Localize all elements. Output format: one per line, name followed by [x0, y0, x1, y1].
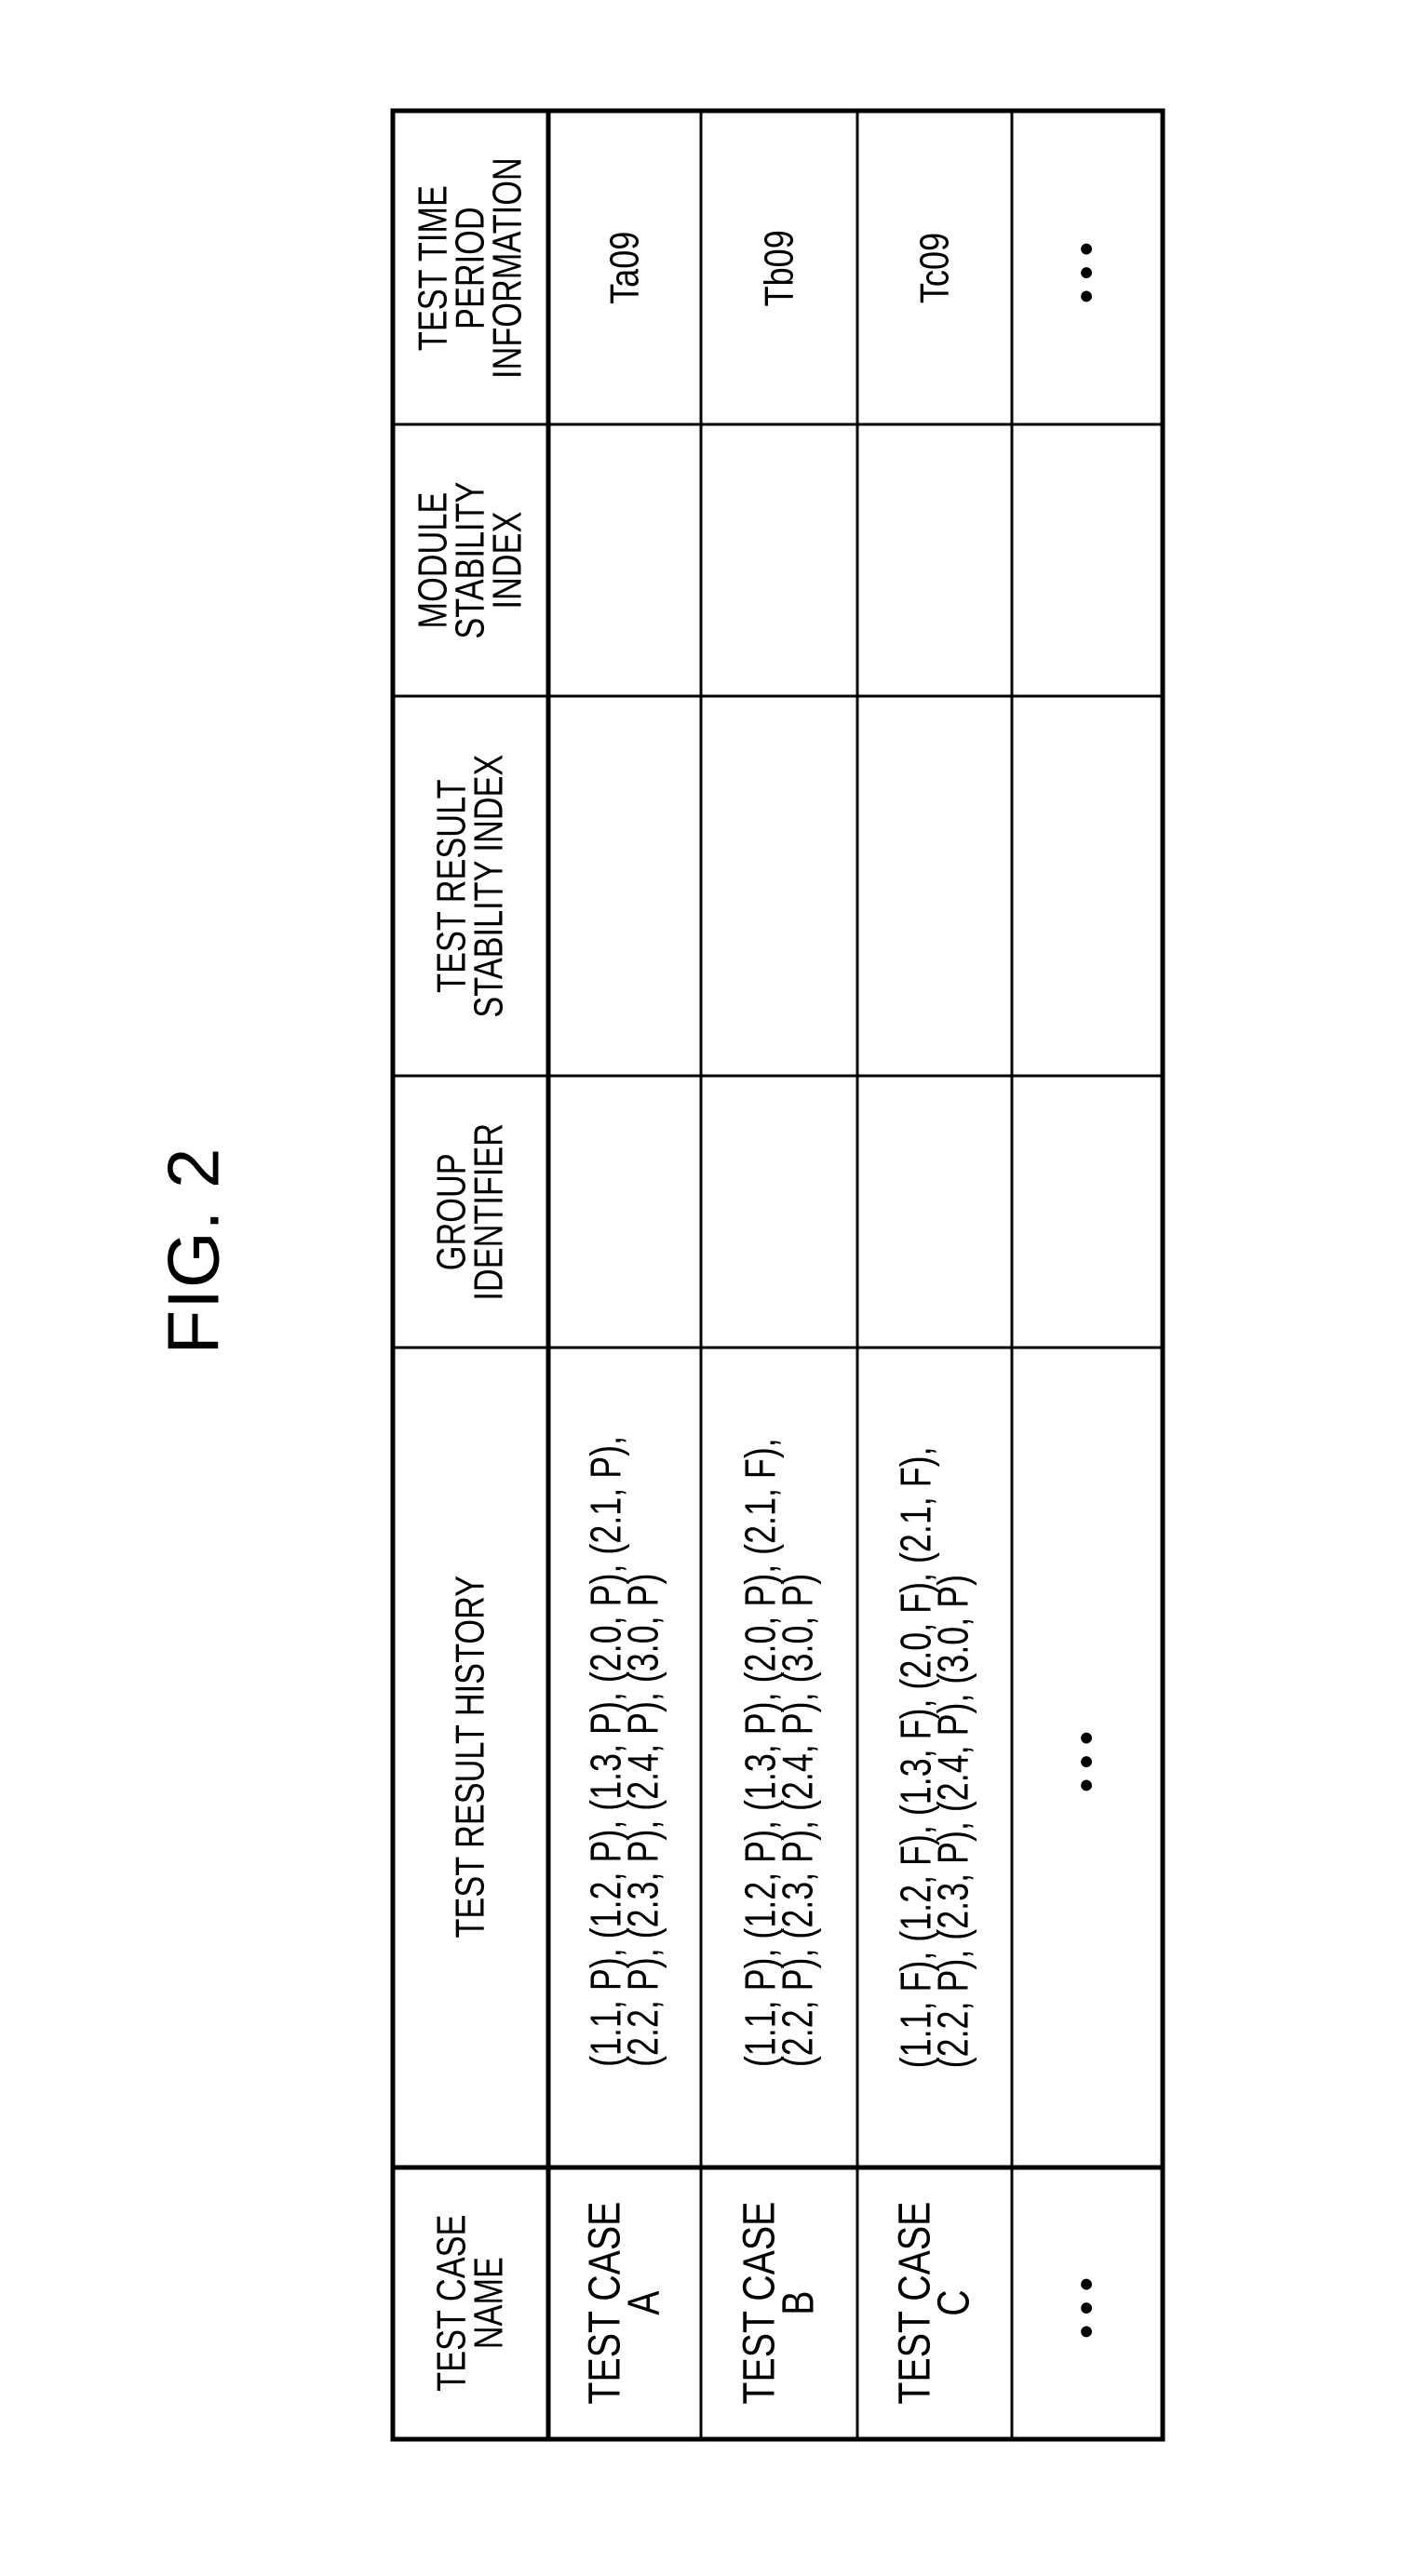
test-time-period-value: Tb09	[755, 229, 802, 306]
table-row: TEST CASE B (1.1, P), (1.2, P), (1.3, P)…	[700, 110, 857, 2439]
ellipsis-icon: •••	[1011, 1347, 1163, 2167]
cell-module-stability-index	[1011, 423, 1163, 696]
header-test-result-history-label: TEST RESULT HISTORY	[447, 1575, 492, 1939]
table-header-row: TEST CASE NAME TEST RESULT HISTORY GROUP…	[392, 110, 548, 2439]
header-group-identifier: GROUP IDENTIFIER	[392, 1075, 548, 1348]
header-test-result-history: TEST RESULT HISTORY	[392, 1347, 548, 2167]
cell-test-result-history: (1.1, P), (1.2, P), (1.3, P), (2.0, P), …	[700, 1347, 857, 2167]
test-time-period-value: Ta09	[601, 231, 647, 304]
cell-test-result-history: (1.1, F), (1.2, F), (1.3, F), (2.0, F), …	[856, 1347, 1012, 2167]
header-module-stability-index: MODULE STABILITY INDEX	[392, 423, 548, 696]
header-test-case-name-label: TEST CASE NAME	[428, 2214, 511, 2392]
test-case-name: TEST CASE A	[580, 2201, 668, 2405]
table-row: TEST CASE A (1.1, P), (1.2, P), (1.3, P)…	[547, 110, 701, 2439]
cell-group-identifier	[547, 1075, 701, 1348]
ellipsis-icon: •••	[1011, 2167, 1163, 2439]
test-time-period-value: Tc09	[910, 232, 957, 303]
cell-test-time-period-information: Tc09	[856, 110, 1012, 424]
cell-test-result-stability-index	[547, 695, 701, 1076]
table-row: TEST CASE C (1.1, F), (1.2, F), (1.3, F)…	[856, 110, 1012, 2439]
cell-test-result-stability-index	[700, 695, 857, 1076]
test-case-name: TEST CASE B	[734, 2201, 823, 2405]
cell-module-stability-index	[700, 423, 857, 696]
test-result-history: (1.1, P), (1.2, P), (1.3, P), (2.0, P), …	[581, 1435, 667, 2066]
test-result-history: (1.1, P), (1.2, P), (1.3, P), (2.0, P), …	[735, 1438, 821, 2067]
cell-module-stability-index	[547, 423, 701, 696]
cell-test-case-name: TEST CASE B	[700, 2167, 857, 2439]
table-row-continuation: ••• ••• •••	[1011, 110, 1163, 2439]
cell-test-time-period-information: Tb09	[700, 110, 857, 424]
cell-test-result-history: (1.1, P), (1.2, P), (1.3, P), (2.0, P), …	[547, 1347, 701, 2167]
cell-test-result-stability-index	[856, 695, 1012, 1076]
cell-test-case-name: TEST CASE C	[856, 2167, 1012, 2439]
figure-label: FIG. 2	[152, 1147, 235, 1355]
cell-module-stability-index	[856, 423, 1012, 696]
cell-group-identifier	[700, 1075, 857, 1348]
header-test-case-name: TEST CASE NAME	[392, 2167, 548, 2439]
ellipsis-icon: •••	[1011, 110, 1163, 424]
test-case-table: TEST CASE NAME TEST RESULT HISTORY GROUP…	[390, 108, 1165, 2441]
header-test-time-period-information: TEST TIME PERIOD INFORMATION	[392, 110, 548, 424]
rotated-table-container: TEST CASE NAME TEST RESULT HISTORY GROUP…	[390, 108, 1165, 2441]
cell-test-result-stability-index	[1011, 695, 1163, 1076]
cell-group-identifier	[856, 1075, 1012, 1348]
test-result-history: (1.1, F), (1.2, F), (1.3, F), (2.0, F), …	[891, 1446, 977, 2068]
header-test-result-stability-index-label: TEST RESULT STABILITY INDEX	[428, 754, 511, 1017]
cell-group-identifier	[1011, 1075, 1163, 1348]
header-module-stability-index-label: MODULE STABILITY INDEX	[410, 480, 530, 639]
test-case-name: TEST CASE C	[889, 2201, 978, 2405]
cell-test-case-name: TEST CASE A	[547, 2167, 701, 2439]
cell-test-time-period-information: Ta09	[547, 110, 701, 424]
header-test-result-stability-index: TEST RESULT STABILITY INDEX	[392, 695, 548, 1076]
header-test-time-period-information-label: TEST TIME PERIOD INFORMATION	[410, 156, 530, 379]
header-group-identifier-label: GROUP IDENTIFIER	[428, 1122, 511, 1300]
